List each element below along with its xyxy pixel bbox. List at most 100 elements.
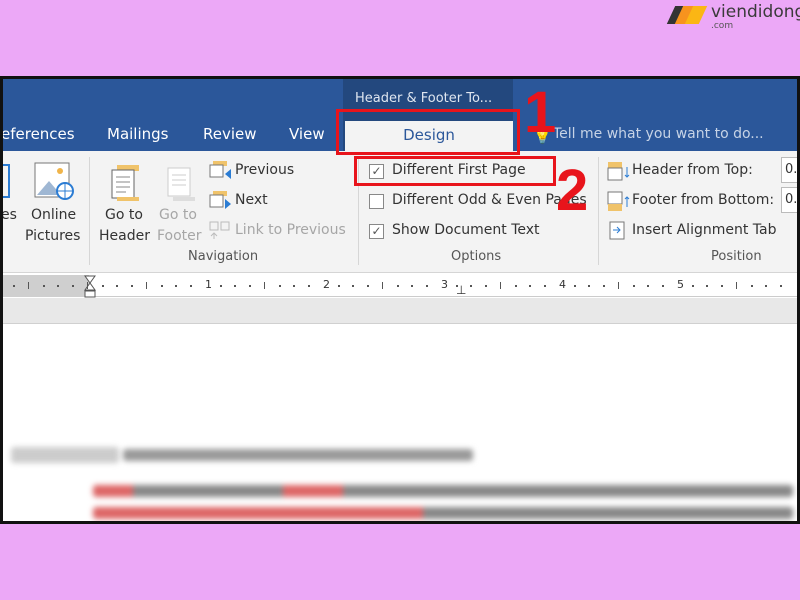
ruler-tick — [293, 285, 295, 287]
footer-from-bottom-label: Footer from Bottom: — [632, 192, 775, 208]
ruler-tick — [146, 282, 147, 289]
header-from-top-label: Header from Top: — [632, 162, 753, 178]
online-pictures-icon[interactable] — [33, 161, 75, 203]
horizontal-ruler[interactable]: ⊥ 12345 — [3, 275, 797, 298]
header-from-top-input[interactable]: 0.5 — [781, 157, 797, 183]
ruler-tick — [102, 285, 104, 287]
ruler-tick — [234, 285, 236, 287]
go-to-header-label-1[interactable]: Go to — [105, 207, 143, 223]
brand-sub: .com — [711, 21, 734, 31]
go-to-footer-label-1: Go to — [159, 207, 197, 223]
ruler-tick — [28, 282, 29, 289]
next-icon — [209, 191, 231, 209]
next-button[interactable]: Next — [235, 192, 268, 208]
ruler-tick — [736, 282, 737, 289]
ruler-tick — [515, 285, 517, 287]
word-window: Header & Footer To... eferences Mailings… — [0, 76, 800, 524]
show-document-text-label[interactable]: Show Document Text — [392, 222, 540, 238]
pictures-icon — [3, 164, 10, 198]
ruler-tick — [308, 285, 310, 287]
ruler-margin — [3, 275, 89, 297]
online-pictures-label-1: Online — [31, 207, 77, 223]
page-gap — [3, 298, 797, 324]
ruler-number: 2 — [323, 278, 330, 291]
tab-mailings[interactable]: Mailings — [107, 125, 168, 143]
previous-icon — [209, 161, 231, 179]
document-page — [3, 325, 797, 521]
ruler-tick — [603, 285, 605, 287]
ruler-tick — [765, 285, 767, 287]
ruler-tick — [13, 285, 15, 287]
ruler-tick — [647, 285, 649, 287]
navigation-group-label: Navigation — [188, 249, 259, 264]
header-from-top-icon — [607, 162, 630, 181]
ruler-tick — [500, 282, 501, 289]
go-to-header-label-2[interactable]: Header — [99, 228, 150, 244]
tab-review[interactable]: Review — [203, 125, 257, 143]
ruler-tick — [588, 285, 590, 287]
link-to-previous-button: Link to Previous — [235, 222, 346, 238]
ruler-tick — [618, 282, 619, 289]
divider — [598, 157, 599, 265]
insert-alignment-tab-icon — [609, 221, 625, 240]
ruler-tick — [529, 285, 531, 287]
annotation-number-1: 1 — [524, 80, 557, 145]
context-title: Header & Footer To... — [355, 91, 493, 106]
brand-logo: viendidong .com — [666, 2, 800, 31]
different-odd-even-checkbox[interactable] — [369, 194, 384, 209]
ruler-number: 5 — [677, 278, 684, 291]
ruler-tick — [751, 285, 753, 287]
options-group-label: Options — [451, 249, 502, 264]
ruler-tick — [397, 285, 399, 287]
blurred-paragraph-line — [93, 485, 793, 497]
footer-from-bottom-input[interactable]: 0.5 — [781, 187, 797, 213]
ruler-tick — [485, 285, 487, 287]
go-to-footer-icon — [167, 167, 195, 201]
ruler-tick — [367, 285, 369, 287]
ruler-tick — [264, 282, 265, 289]
ruler-tick — [382, 282, 383, 289]
ruler-tick — [220, 285, 222, 287]
ruler-tick — [470, 285, 472, 287]
ruler-tick — [662, 285, 664, 287]
annotation-number-2: 2 — [556, 158, 589, 223]
logo-mark-icon — [666, 4, 708, 26]
ruler-number: 4 — [559, 278, 566, 291]
ruler-tick — [72, 285, 74, 287]
first-page-header-tag — [11, 447, 119, 463]
ruler-tick — [175, 285, 177, 287]
divider — [89, 157, 90, 265]
tab-view[interactable]: View — [289, 125, 325, 143]
brand-name: viendidong — [711, 2, 800, 22]
ruler-number: 3 — [441, 278, 448, 291]
ruler-tick — [426, 285, 428, 287]
ruler-tick — [87, 282, 88, 289]
ruler-tick — [279, 285, 281, 287]
ruler-tick — [633, 285, 635, 287]
highlight-design-tab — [336, 109, 520, 155]
tell-me-input[interactable]: Tell me what you want to do... — [553, 126, 764, 142]
ruler-tick — [190, 285, 192, 287]
ruler-number: 1 — [205, 278, 212, 291]
blurred-heading — [123, 449, 473, 461]
ruler-tick — [692, 285, 694, 287]
tab-references[interactable]: eferences — [3, 125, 75, 143]
previous-button[interactable]: Previous — [235, 162, 294, 178]
ruler-tick — [57, 285, 59, 287]
highlight-different-first-page — [354, 156, 556, 186]
ruler-tick — [456, 285, 458, 287]
insert-alignment-tab-button[interactable]: Insert Alignment Tab — [632, 222, 776, 238]
ruler-tick — [411, 285, 413, 287]
link-icon — [209, 221, 230, 239]
ruler-tick — [161, 285, 163, 287]
go-to-footer-label-2: Footer — [157, 228, 202, 244]
online-pictures-label-2: Pictures — [25, 228, 81, 244]
position-group-label: Position — [711, 249, 762, 264]
show-document-text-checkbox[interactable]: ✓ — [369, 224, 384, 239]
ruler-tick — [544, 285, 546, 287]
ruler-tick — [131, 285, 133, 287]
footer-from-bottom-icon — [607, 191, 630, 211]
ruler-tick — [706, 285, 708, 287]
pictures-label[interactable]: es — [3, 207, 17, 223]
go-to-header-icon[interactable] — [109, 165, 141, 205]
